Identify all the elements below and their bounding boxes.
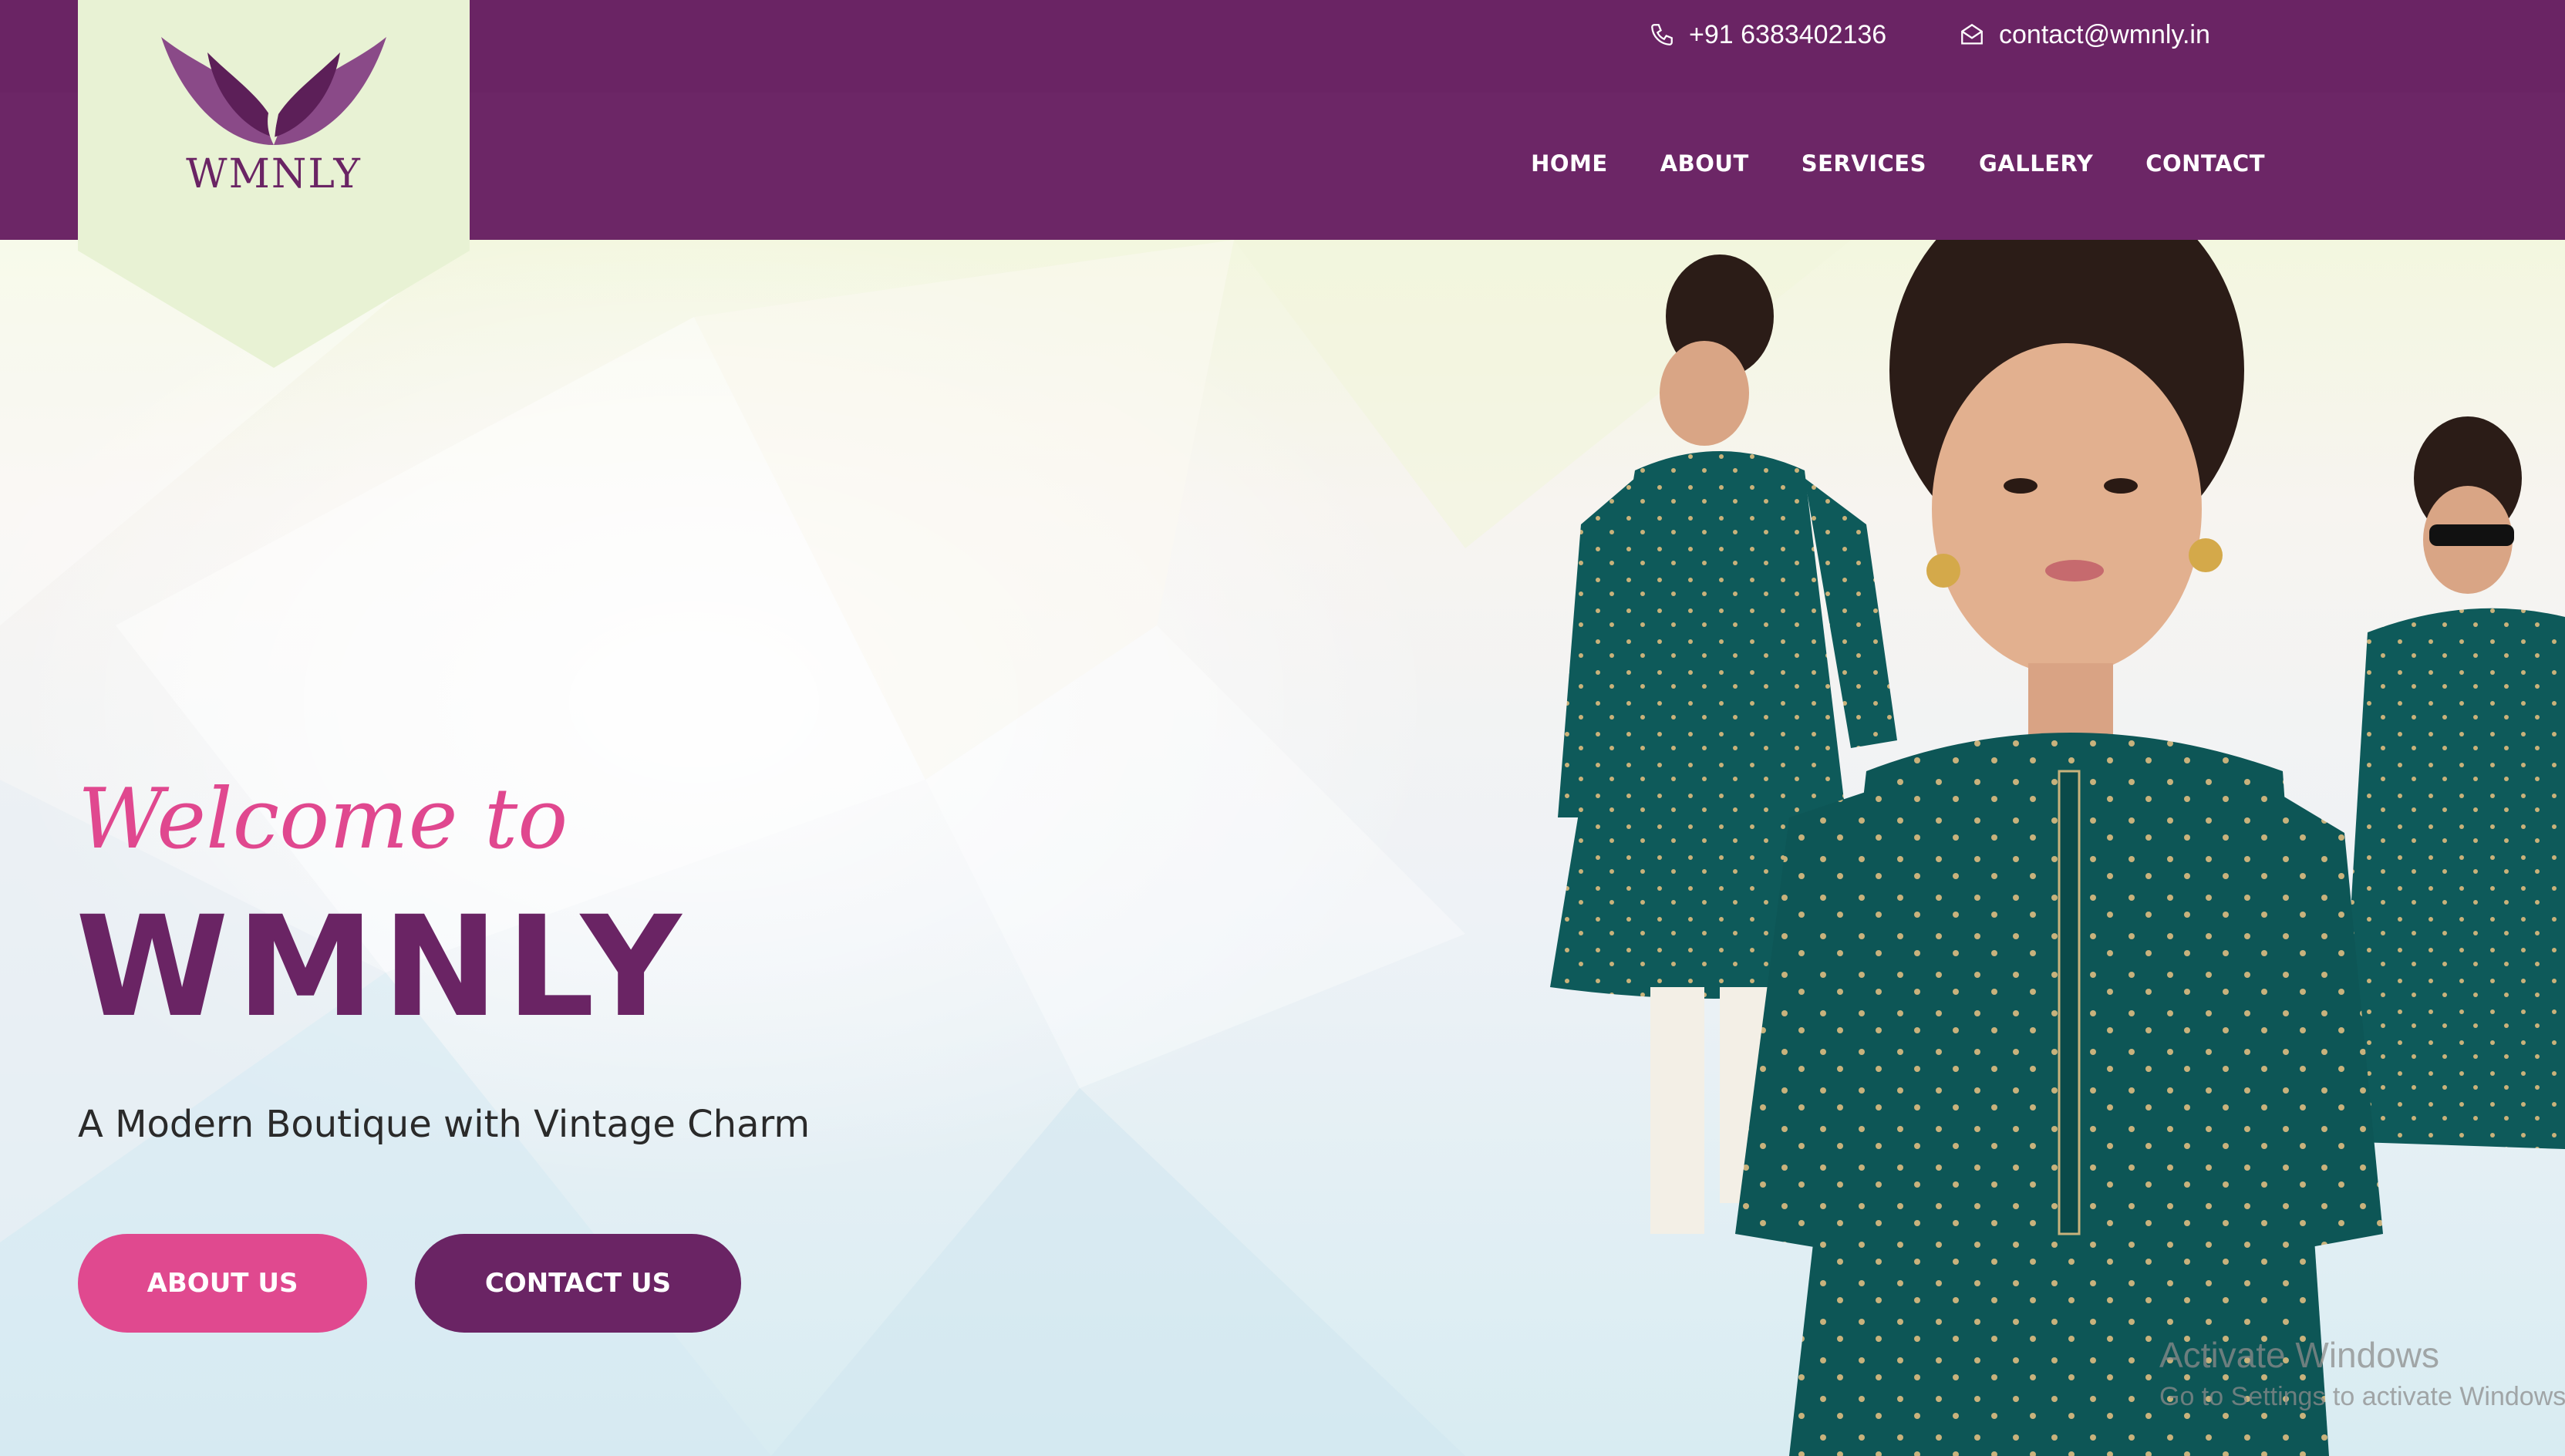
windows-activation-watermark: Activate Windows Go to Settings to activ… [2159, 1334, 2565, 1412]
main-nav: HOME ABOUT SERVICES GALLERY CONTACT [1531, 150, 2265, 177]
email-contact[interactable]: contact@wmnly.in [1959, 14, 2210, 56]
nav-about[interactable]: ABOUT [1660, 150, 1749, 177]
email-address: contact@wmnly.in [1999, 19, 2210, 49]
contact-us-button[interactable]: CONTACT US [415, 1234, 741, 1333]
hero-brand-title: WMNLY [76, 887, 689, 1048]
nav-home[interactable]: HOME [1531, 150, 1608, 177]
site-logo[interactable]: WMNLY [78, 0, 470, 368]
hero-tagline: A Modern Boutique with Vintage Charm [78, 1103, 811, 1146]
phone-number: +91 6383402136 [1689, 19, 1887, 49]
hero-models-image [1550, 240, 2565, 1456]
watermark-title: Activate Windows [2159, 1335, 2440, 1375]
logo-text: WMNLY [186, 151, 362, 197]
watermark-subtitle: Go to Settings to activate Windows. [2159, 1382, 2565, 1411]
phone-icon [1651, 24, 1673, 46]
hero-section: Welcome to WMNLY A Modern Boutique with … [0, 240, 2565, 1456]
mail-icon [1961, 23, 1983, 45]
nav-services[interactable]: SERVICES [1802, 150, 1926, 177]
wings-logo-icon [161, 37, 386, 145]
phone-contact[interactable]: +91 6383402136 [1649, 14, 1886, 56]
about-us-button[interactable]: ABOUT US [78, 1234, 367, 1333]
nav-contact[interactable]: CONTACT [2145, 150, 2265, 177]
nav-gallery[interactable]: GALLERY [1979, 150, 2093, 177]
welcome-text: Welcome to [78, 771, 568, 868]
